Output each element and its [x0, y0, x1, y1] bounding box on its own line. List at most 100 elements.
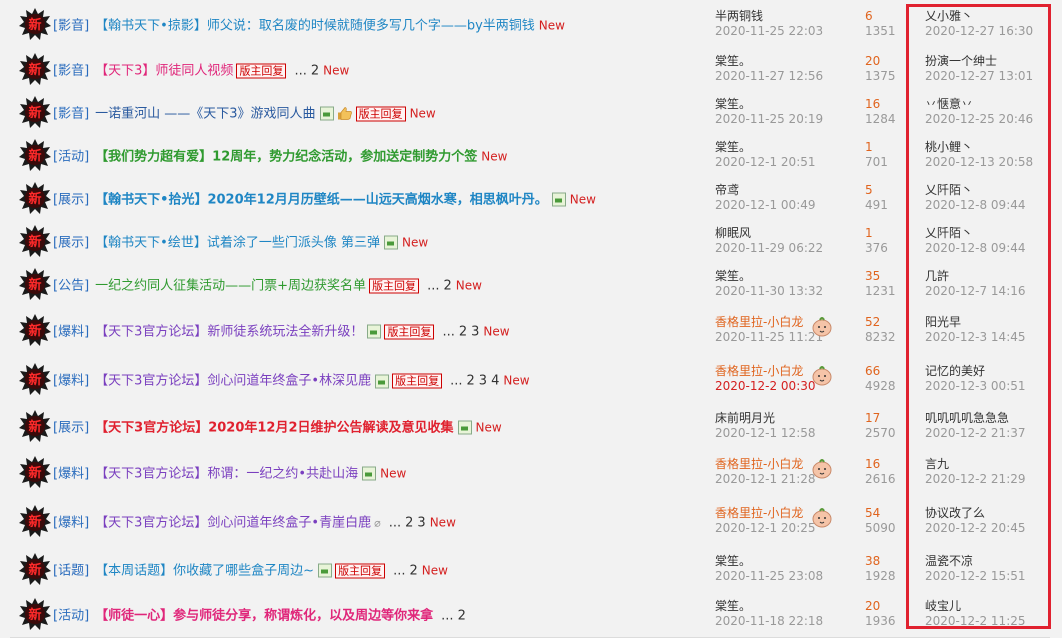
last-poster-link[interactable]: 乂阡陌丶: [925, 183, 1050, 198]
reply-count[interactable]: 17: [865, 411, 910, 426]
page-link[interactable]: 2: [458, 609, 466, 624]
reply-count[interactable]: 16: [865, 97, 910, 112]
last-post-time[interactable]: 2020-12-7 14:16: [925, 284, 1050, 299]
thread-category-link[interactable]: [影音]: [53, 63, 89, 78]
last-poster-link[interactable]: 乂阡陌丶: [925, 226, 1050, 241]
page-link[interactable]: 3: [471, 324, 479, 339]
page-link[interactable]: 2: [443, 278, 451, 293]
author-name-link[interactable]: 香格里拉-小白龙: [715, 315, 865, 330]
author-name-link[interactable]: 棠笙。: [715, 554, 865, 569]
reply-count[interactable]: 16: [865, 457, 910, 472]
table-row[interactable]: 新 [展示] 【天下3官方论坛】2020年12月2日维护公告解读及意见收集 New 床前…: [10, 404, 1050, 448]
reply-count[interactable]: 6: [865, 9, 910, 24]
page-link[interactable]: 2: [467, 374, 475, 389]
last-poster-link[interactable]: 记忆的美好: [925, 364, 1050, 379]
table-row[interactable]: 新 [影音] 一诺重河山 ——《天下3》游戏同人曲 版主回复 New 棠笙。 2020-11…: [10, 90, 1050, 134]
author-name-link[interactable]: 棠笙。: [715, 599, 865, 614]
thread-title-link[interactable]: 【我们势力超有爱】12周年，势力纪念活动，参加送定制势力个签: [95, 149, 477, 164]
last-poster-link[interactable]: 几許: [925, 269, 1050, 284]
last-poster-link[interactable]: 协议改了么: [925, 506, 1050, 521]
reply-count[interactable]: 38: [865, 554, 910, 569]
table-row[interactable]: 新 [展示] 【翰书天下•拾光】2020年12月月历壁纸——山远天高烟水寒，相思枫叶…: [10, 176, 1050, 220]
author-name-link[interactable]: 香格里拉-小白龙: [715, 364, 865, 379]
author-name-link[interactable]: 床前明月光: [715, 411, 865, 426]
last-poster-link[interactable]: 乂小雅丶: [925, 9, 1050, 24]
author-name-link[interactable]: 香格里拉-小白龙: [715, 457, 865, 472]
last-post-time[interactable]: 2020-12-2 21:29: [925, 472, 1050, 487]
thread-title-link[interactable]: 【翰书天下•拾光】2020年12月月历壁纸——山远天高烟水寒，相思枫叶丹。: [95, 192, 548, 207]
thread-title-link[interactable]: 【本周话题】你收藏了哪些盒子周边~: [95, 563, 314, 578]
last-poster-link[interactable]: 岐宝儿: [925, 599, 1050, 614]
last-poster-link[interactable]: 温瓷不凉: [925, 554, 1050, 569]
table-row[interactable]: 新 [话题] 【本周话题】你收藏了哪些盒子周边~ 版主回复... 2 New 棠笙。 2020…: [10, 546, 1050, 592]
last-post-time[interactable]: 2020-12-27 13:01: [925, 69, 1050, 84]
thread-category-link[interactable]: [展示]: [53, 420, 89, 435]
page-link[interactable]: 2: [405, 516, 413, 531]
thread-category-link[interactable]: [话题]: [53, 563, 89, 578]
table-row[interactable]: 新 [公告] 一纪之约同人征集活动——门票+周边获奖名单 版主回复... 2 New 棠笙。…: [10, 262, 1050, 306]
author-name-link[interactable]: 棠笙。: [715, 269, 865, 284]
author-name-link[interactable]: 棠笙。: [715, 140, 865, 155]
reply-count[interactable]: 1: [865, 226, 910, 241]
last-poster-link[interactable]: 丷惬意丷: [925, 97, 1050, 112]
thread-title-link[interactable]: 【天下3官方论坛】新师徒系统玩法全新升级！: [95, 324, 363, 339]
author-name-link[interactable]: 帝鸢: [715, 183, 865, 198]
author-name-link[interactable]: 棠笙。: [715, 54, 865, 69]
last-poster-link[interactable]: 叽叽叽叽急急急: [925, 411, 1050, 426]
thread-category-link[interactable]: [展示]: [53, 192, 89, 207]
author-name-link[interactable]: 棠笙。: [715, 97, 865, 112]
thread-category-link[interactable]: [影音]: [53, 18, 89, 33]
table-row[interactable]: 新 [爆料] 【天下3官方论坛】剑心问道年终盒子•林深见鹿 版主回复... 2 3 4 New…: [10, 354, 1050, 405]
thread-title-link[interactable]: 【天下3官方论坛】2020年12月2日维护公告解读及意见收集: [95, 420, 453, 435]
last-post-time[interactable]: 2020-12-3 14:45: [925, 330, 1050, 345]
reply-count[interactable]: 5: [865, 183, 910, 198]
page-link[interactable]: 2: [459, 324, 467, 339]
thread-category-link[interactable]: [爆料]: [53, 324, 89, 339]
reply-count[interactable]: 35: [865, 269, 910, 284]
thread-category-link[interactable]: [展示]: [53, 235, 89, 250]
table-row[interactable]: 新 [展示] 【翰书天下•绘世】试着涂了一些门派头像 第三弹 New 柳眠风 2020-1…: [10, 219, 1050, 263]
page-link[interactable]: 2: [311, 63, 319, 78]
author-name-link[interactable]: 柳眠风: [715, 226, 865, 241]
last-poster-link[interactable]: 阳光早: [925, 315, 1050, 330]
page-link[interactable]: 2: [409, 563, 417, 578]
thread-title-link[interactable]: 【天下3官方论坛】称谓：一纪之约•共赴山海: [95, 466, 358, 481]
author-name-link[interactable]: 半两铜钱: [715, 9, 865, 24]
reply-count[interactable]: 20: [865, 54, 910, 69]
thread-category-link[interactable]: [公告]: [53, 278, 89, 293]
reply-count[interactable]: 66: [865, 364, 910, 379]
last-post-time[interactable]: 2020-12-3 00:51: [925, 379, 1050, 394]
last-poster-link[interactable]: 桃小鲤丶: [925, 140, 1050, 155]
last-poster-link[interactable]: 言九: [925, 457, 1050, 472]
thread-title-link[interactable]: 【天下3】师徒同人视频: [95, 63, 233, 78]
thread-title-link[interactable]: 【师徒一心】参与师徒分享，称谓炼化，以及周边等你来拿: [95, 609, 433, 624]
page-link[interactable]: 3: [417, 516, 425, 531]
table-row[interactable]: 新 [爆料] 【天下3官方论坛】新师徒系统玩法全新升级！ 版主回复... 2 3 New 香格…: [10, 305, 1050, 355]
last-post-time[interactable]: 2020-12-2 15:51: [925, 569, 1050, 584]
last-post-time[interactable]: 2020-12-2 21:37: [925, 426, 1050, 441]
last-post-time[interactable]: 2020-12-8 09:44: [925, 198, 1050, 213]
last-post-time[interactable]: 2020-12-25 20:46: [925, 112, 1050, 127]
thread-title-link[interactable]: 【翰书天下•掠影】师父说：取名废的时候就随便多写几个字——by半两铜钱: [95, 18, 535, 33]
table-row[interactable]: 新 [影音] 【翰书天下•掠影】师父说：取名废的时候就随便多写几个字——by半两铜钱…: [10, 0, 1050, 48]
reply-count[interactable]: 54: [865, 506, 910, 521]
thread-category-link[interactable]: [爆料]: [53, 516, 89, 531]
thread-category-link[interactable]: [活动]: [53, 609, 89, 624]
thread-category-link[interactable]: [爆料]: [53, 466, 89, 481]
author-name-link[interactable]: 香格里拉-小白龙: [715, 506, 865, 521]
page-link[interactable]: 4: [491, 374, 499, 389]
reply-count[interactable]: 52: [865, 315, 910, 330]
table-row[interactable]: 新 [爆料] 【天下3官方论坛】称谓：一纪之约•共赴山海 New 香格里拉-小白龙 202…: [10, 447, 1050, 497]
last-post-time[interactable]: 2020-12-8 09:44: [925, 241, 1050, 256]
reply-count[interactable]: 1: [865, 140, 910, 155]
thread-title-link[interactable]: 【天下3官方论坛】剑心问道年终盒子•青崖白鹿: [95, 516, 371, 531]
last-post-time[interactable]: 2020-12-13 20:58: [925, 155, 1050, 170]
thread-category-link[interactable]: [爆料]: [53, 374, 89, 389]
table-row[interactable]: 新 [活动] 【师徒一心】参与师徒分享，称谓炼化，以及周边等你来拿... 2 棠笙。 20…: [10, 591, 1050, 638]
last-post-time[interactable]: 2020-12-27 16:30: [925, 24, 1050, 39]
thread-title-link[interactable]: 一纪之约同人征集活动——门票+周边获奖名单: [95, 278, 366, 293]
page-link[interactable]: 3: [479, 374, 487, 389]
last-post-time[interactable]: 2020-12-2 20:45: [925, 521, 1050, 536]
last-poster-link[interactable]: 扮演一个绅士: [925, 54, 1050, 69]
thread-title-link[interactable]: 一诺重河山 ——《天下3》游戏同人曲: [95, 106, 315, 121]
